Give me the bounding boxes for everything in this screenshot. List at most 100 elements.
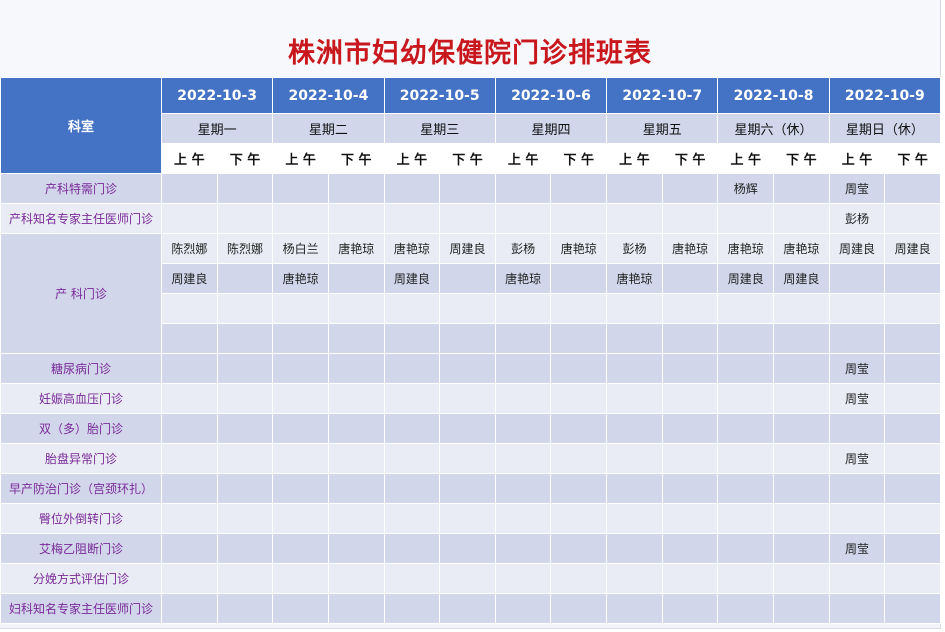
date-header: 2022-10-4 <box>272 77 385 114</box>
date-header: 2022-10-6 <box>494 77 608 114</box>
schedule-cell <box>884 323 941 354</box>
schedule-cell <box>494 443 552 474</box>
schedule-cell <box>550 533 608 564</box>
pm-header: 下 午 <box>439 143 496 174</box>
schedule-cell <box>216 383 274 414</box>
schedule-cell <box>327 563 385 594</box>
schedule-cell <box>550 473 608 504</box>
schedule-cell <box>717 383 775 414</box>
schedule-cell: 周莹 <box>828 353 886 384</box>
schedule-cell: 唐艳琼 <box>661 233 719 264</box>
dept-name: 艾梅乙阻断门诊 <box>0 533 162 564</box>
schedule-cell <box>439 293 496 324</box>
schedule-cell <box>272 323 329 354</box>
schedule-cell <box>383 443 441 474</box>
schedule-cell: 彭杨 <box>606 233 663 264</box>
am-header: 上 午 <box>494 143 552 174</box>
schedule-cell <box>661 173 719 204</box>
dept-name: 妇科知名专家主任医师门诊 <box>0 593 162 624</box>
schedule-cell <box>494 563 552 594</box>
schedule-cell <box>884 173 941 204</box>
schedule-cell <box>327 593 385 624</box>
schedule-cell <box>494 383 552 414</box>
schedule-cell <box>550 203 608 234</box>
weekday-header: 星期二 <box>272 113 385 144</box>
schedule-cell <box>327 203 385 234</box>
schedule-cell <box>773 353 830 384</box>
schedule-cell <box>717 443 775 474</box>
am-header: 上 午 <box>272 143 329 174</box>
am-header: 上 午 <box>828 143 886 174</box>
schedule-cell: 彭杨 <box>494 233 552 264</box>
schedule-cell <box>439 173 496 204</box>
schedule-cell <box>216 413 274 444</box>
schedule-cell: 周建良 <box>383 263 441 294</box>
schedule-cell: 周建良 <box>439 233 496 264</box>
dept-name: 早产防治门诊（宫颈环扎） <box>0 473 162 504</box>
schedule-cell <box>327 473 385 504</box>
schedule-cell: 唐艳琼 <box>606 263 663 294</box>
schedule-cell <box>606 563 663 594</box>
schedule-cell <box>439 413 496 444</box>
am-header: 上 午 <box>161 143 218 174</box>
schedule-cell <box>661 443 719 474</box>
schedule-cell <box>383 293 441 324</box>
schedule-cell <box>272 473 329 504</box>
schedule-cell: 唐艳琼 <box>717 233 775 264</box>
schedule-cell: 周莹 <box>828 383 886 414</box>
schedule-cell <box>272 383 329 414</box>
schedule-cell <box>383 563 441 594</box>
schedule-cell <box>884 263 941 294</box>
schedule-cell <box>272 443 329 474</box>
schedule-cell <box>661 383 719 414</box>
page-title: 株洲市妇幼保健院门诊排班表 <box>0 0 940 76</box>
schedule-cell <box>383 173 441 204</box>
schedule-cell <box>494 323 552 354</box>
schedule-cell <box>161 473 218 504</box>
schedule-cell <box>773 173 830 204</box>
schedule-cell <box>327 323 385 354</box>
schedule-cell <box>161 593 218 624</box>
schedule-cell <box>606 443 663 474</box>
schedule-cell <box>661 263 719 294</box>
schedule-cell <box>439 263 496 294</box>
schedule-cell <box>439 353 496 384</box>
dept-name: 产科特需门诊 <box>0 173 162 204</box>
schedule-cell <box>717 563 775 594</box>
dept-name: 臀位外倒转门诊 <box>0 503 162 534</box>
schedule-cell <box>828 413 886 444</box>
schedule-cell: 周建良 <box>161 263 218 294</box>
schedule-cell <box>216 173 274 204</box>
schedule-cell: 唐艳琼 <box>327 233 385 264</box>
dept-name: 糖尿病门诊 <box>0 353 162 384</box>
schedule-cell <box>216 533 274 564</box>
schedule-cell: 周建良 <box>828 233 886 264</box>
schedule-cell <box>161 503 218 534</box>
schedule-cell: 杨辉 <box>717 173 775 204</box>
schedule-cell <box>494 203 552 234</box>
schedule-cell <box>884 383 941 414</box>
schedule-cell <box>161 533 218 564</box>
schedule-cell: 陈烈娜 <box>216 233 274 264</box>
schedule-cell <box>272 413 329 444</box>
schedule-cell: 周莹 <box>828 443 886 474</box>
schedule-table: 科室 2022-10-3 2022-10-4 2022-10-5 2022-10-6 20… <box>0 77 941 624</box>
schedule-cell <box>606 323 663 354</box>
schedule-cell <box>216 563 274 594</box>
schedule-cell <box>884 353 941 384</box>
schedule-cell <box>272 563 329 594</box>
pm-header: 下 午 <box>327 143 385 174</box>
schedule-cell <box>161 323 218 354</box>
schedule-cell <box>661 533 719 564</box>
schedule-cell <box>717 473 775 504</box>
pm-header: 下 午 <box>661 143 719 174</box>
schedule-cell <box>884 443 941 474</box>
date-header: 2022-10-8 <box>717 77 830 114</box>
pm-header: 下 午 <box>216 143 274 174</box>
schedule-cell <box>439 443 496 474</box>
schedule-cell <box>773 503 830 534</box>
schedule-cell <box>606 203 663 234</box>
am-header: 上 午 <box>383 143 441 174</box>
schedule-cell <box>383 503 441 534</box>
schedule-cell <box>828 473 886 504</box>
